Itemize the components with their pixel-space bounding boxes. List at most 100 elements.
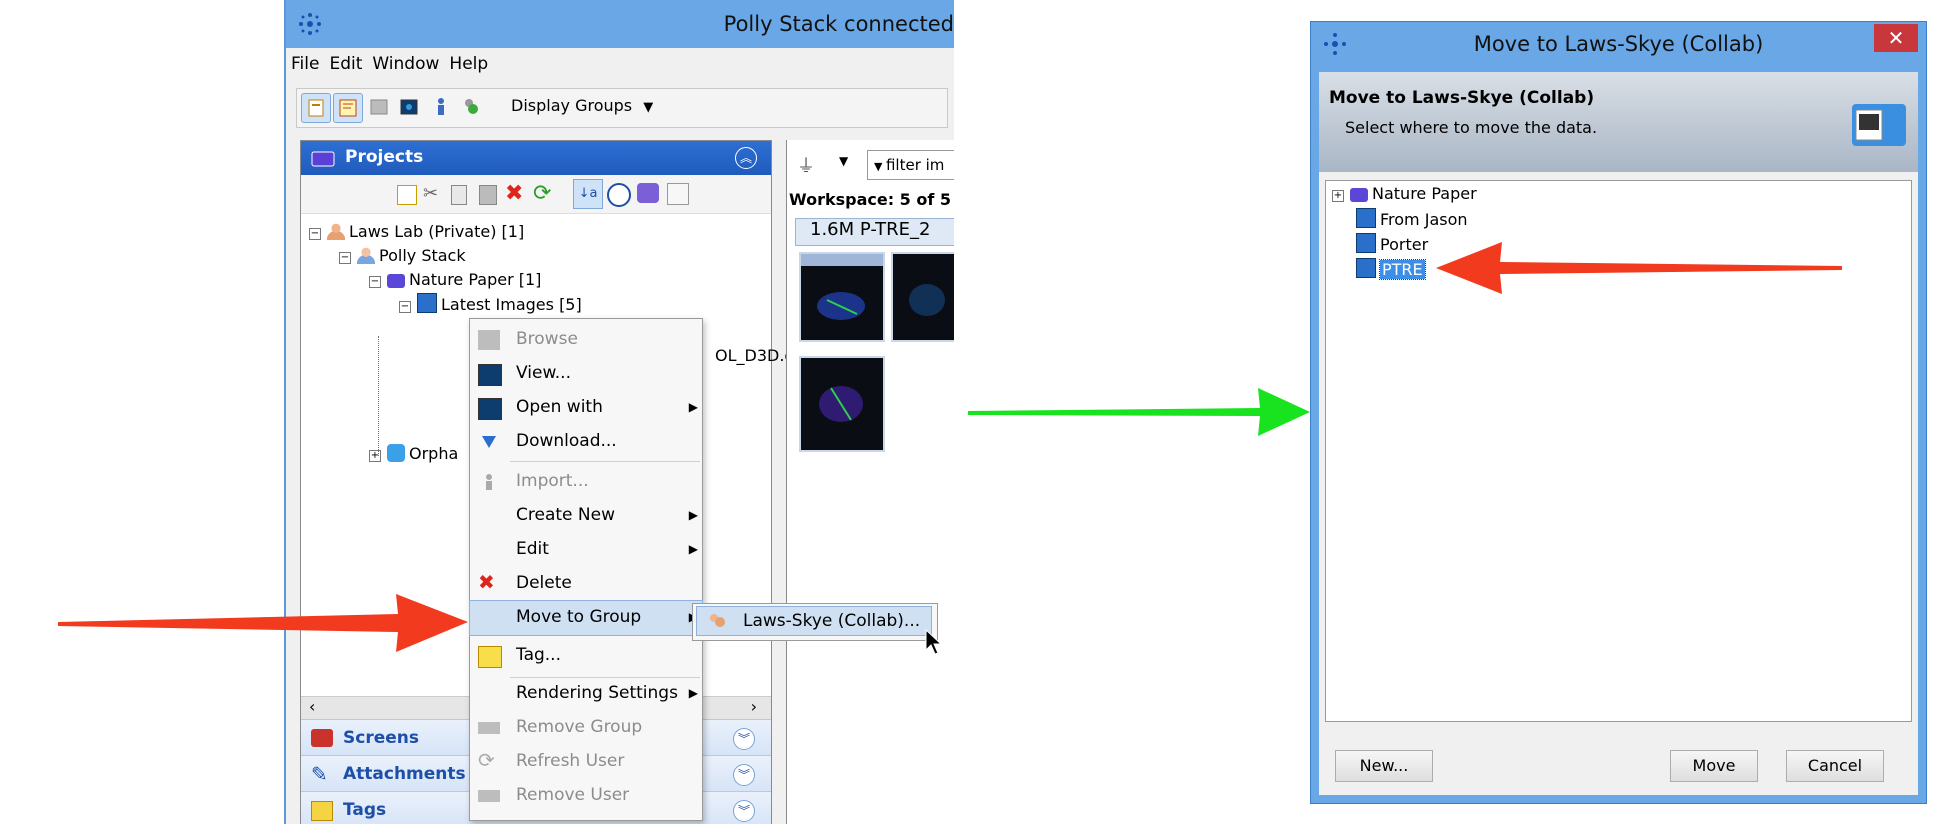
tree-node-dataset[interactable]: − Latest Images [5] (399, 293, 582, 316)
close-icon[interactable]: ✕ (1874, 24, 1918, 52)
move-button[interactable]: Move (1670, 750, 1758, 782)
download-icon (482, 436, 496, 448)
dataset-icon (417, 293, 437, 313)
file-tab[interactable]: 1.6M P-TRE_2 (795, 218, 954, 246)
rendering-settings-label: Rendering Settings (516, 683, 678, 703)
paste-icon[interactable] (479, 185, 497, 205)
expand-icon[interactable]: + (1332, 190, 1344, 202)
delete-icon: ✖ (478, 570, 495, 594)
menu-item-create-new[interactable]: Create New ▶ (470, 499, 702, 533)
expand-down-icon[interactable]: ︾ (733, 764, 755, 786)
new-button[interactable]: New... (1335, 750, 1433, 782)
refresh-icon[interactable]: ⟳ (533, 181, 551, 206)
remove-user-label: Remove User (516, 785, 630, 805)
user-group-icon[interactable] (457, 93, 485, 121)
filter-icon[interactable]: ⏚ (797, 152, 815, 178)
menu-item-move-to-group[interactable]: Move to Group ▶ (469, 600, 703, 636)
tree-label-dataset: Latest Images [5] (441, 295, 582, 314)
collapse-icon[interactable]: − (399, 301, 411, 313)
tree-label-file-1: OL.dv (715, 320, 762, 339)
remove-group-label: Remove Group (516, 717, 643, 737)
omero-logo-icon (299, 13, 321, 35)
group-filter-icon[interactable] (637, 183, 659, 203)
filter-text: filter im (885, 156, 945, 174)
copy-icon[interactable] (451, 185, 467, 205)
collapse-icon[interactable]: − (309, 228, 321, 240)
collapse-icon[interactable]: − (369, 276, 381, 288)
dest-label-dataset: From Jason (1380, 210, 1468, 229)
sort-az-icon[interactable]: ↓a (573, 179, 603, 209)
hierarchy-view-icon[interactable] (301, 93, 331, 123)
menu-item-open-with[interactable]: Open with ▶ (470, 391, 702, 425)
image-thumbnail[interactable] (799, 252, 885, 342)
image-thumbnail[interactable] (799, 356, 885, 452)
delete-icon[interactable]: ✖ (505, 181, 523, 206)
display-groups-label: Display Groups (511, 96, 633, 115)
cut-icon[interactable]: ✂ (423, 183, 438, 204)
orphaned-images-icon (387, 444, 405, 462)
display-groups-dropdown[interactable]: Display Groups ▼ (511, 96, 653, 115)
tree-node-file-1[interactable]: OL.dv (715, 319, 761, 341)
menu-item-tag[interactable]: Tag... (470, 639, 702, 673)
browse-icon (478, 330, 500, 350)
timer-icon[interactable] (607, 183, 631, 207)
tree-node-project[interactable]: − Nature Paper [1] (369, 269, 541, 291)
expand-icon[interactable]: + (369, 450, 381, 462)
menu-item-remove-user[interactable]: Remove User (470, 779, 702, 813)
dest-node-project[interactable]: + Nature Paper (1332, 183, 1477, 205)
open-with-label: Open with (516, 397, 603, 417)
menu-edit[interactable]: Edit (324, 50, 367, 78)
menu-file[interactable]: File (286, 50, 324, 78)
menu-item-browse[interactable]: Browse (470, 323, 702, 357)
import-icon[interactable] (427, 93, 455, 121)
expand-down-icon[interactable]: ︾ (733, 800, 755, 822)
new-item-icon[interactable] (397, 185, 417, 205)
folder-images-icon (1852, 104, 1906, 146)
collapse-up-icon[interactable]: ︽ (735, 147, 757, 169)
open-with-icon (478, 398, 502, 420)
expand-down-icon[interactable]: ︾ (733, 728, 755, 750)
collapse-all-icon[interactable] (667, 183, 689, 205)
move-to-group-label: Move to Group (516, 607, 642, 627)
menu-item-delete[interactable]: ✖ Delete (470, 567, 702, 601)
delete-label: Delete (516, 573, 572, 593)
menu-item-import[interactable]: Import... (470, 465, 702, 499)
menu-item-refresh-user[interactable]: ⟳ Refresh User (470, 745, 702, 779)
table-view-icon[interactable] (365, 93, 393, 121)
tree-node-user[interactable]: − Polly Stack (339, 245, 466, 267)
tag-icon (311, 801, 333, 821)
filter-field[interactable]: ▼ filter im (867, 150, 954, 180)
projects-header[interactable]: Projects ︽ (301, 141, 771, 175)
viewer-icon (478, 364, 502, 386)
dest-node-dataset-selected[interactable]: PTRE (1356, 258, 1426, 281)
dataset-icon (1356, 208, 1376, 228)
menu-help[interactable]: Help (444, 50, 493, 78)
scroll-right-icon[interactable]: › (751, 697, 757, 716)
menu-item-rendering-settings[interactable]: Rendering Settings ▶ (470, 677, 702, 711)
menu-item-remove-group[interactable]: Remove Group (470, 711, 702, 745)
chevron-down-icon[interactable]: ▼ (839, 154, 848, 168)
dest-node-dataset[interactable]: Porter (1356, 233, 1428, 256)
menu-item-download[interactable]: Download... (470, 425, 702, 459)
collapse-icon[interactable]: − (339, 252, 351, 264)
tree-node-file-2[interactable]: OL_D3D.d (715, 345, 795, 367)
tags-label: Tags (343, 800, 387, 820)
projects-title: Projects (345, 147, 424, 167)
tag-view-icon[interactable] (333, 93, 363, 123)
tree-node-root[interactable]: − Laws Lab (Private) [1] (309, 221, 524, 243)
tree-label-file-2: OL_D3D.d (715, 346, 795, 365)
attachments-label: Attachments (343, 764, 466, 784)
tree-node-orphaned[interactable]: + Orpha (369, 443, 458, 465)
image-thumbnail[interactable] (891, 252, 954, 342)
menu-window[interactable]: Window (367, 50, 444, 78)
image-viewer-icon[interactable] (395, 93, 423, 121)
menu-item-view[interactable]: View... (470, 357, 702, 391)
menu-item-edit[interactable]: Edit ▶ (470, 533, 702, 567)
dataset-icon (1356, 258, 1376, 278)
submenu-item-laws-skye[interactable]: Laws-Skye (Collab)... (696, 606, 932, 636)
scroll-left-icon[interactable]: ‹ (309, 697, 315, 716)
tree-connector (378, 336, 379, 456)
cancel-button[interactable]: Cancel (1786, 750, 1884, 782)
submenu-arrow-icon: ▶ (688, 686, 698, 700)
dest-node-dataset[interactable]: From Jason (1356, 208, 1468, 231)
